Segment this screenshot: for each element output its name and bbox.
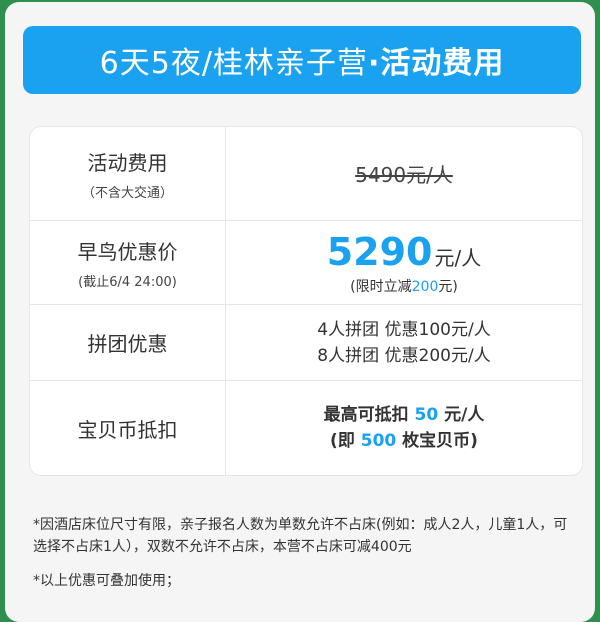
row-sublabel: （不含大交通） bbox=[81, 185, 173, 201]
pricing-card: 6天5夜/桂林亲子营 ·活动费用 活动费用 （不含大交通） 5490元/人 早鸟优… bbox=[5, 2, 595, 622]
title-banner: 6天5夜/桂林亲子营 ·活动费用 bbox=[23, 26, 581, 94]
group-discount-8: 8人拼团 优惠200元/人 bbox=[317, 345, 491, 366]
discount-note: (限时立减200元) bbox=[350, 278, 458, 295]
row-sublabel: (截止6/4 24:00) bbox=[78, 274, 177, 290]
table-row: 早鸟优惠价 (截止6/4 24:00) 5290 元/人 (限时立减200元) bbox=[30, 220, 582, 304]
row-label: 拼团优惠 bbox=[87, 332, 168, 356]
banner-title-highlight: ·活动费用 bbox=[367, 46, 505, 81]
pricing-table: 活动费用 （不含大交通） 5490元/人 早鸟优惠价 (截止6/4 24:00)… bbox=[29, 126, 583, 476]
early-bird-price: 5290 bbox=[326, 229, 433, 274]
stacking-note: *以上优惠可叠加使用； bbox=[33, 573, 180, 589]
original-price: 5490元/人 bbox=[355, 163, 453, 187]
row-label: 活动费用 bbox=[87, 150, 168, 175]
bed-policy-note: *因酒店床位尺寸有限，亲子报名人数为单数允许不占床(例如：成人2人，儿童1人，可… bbox=[33, 517, 568, 555]
footer-notes: *因酒店床位尺寸有限，亲子报名人数为单数允许不占床(例如：成人2人，儿童1人，可… bbox=[33, 514, 581, 592]
coin-deduction-equivalent: (即 500 枚宝贝币) bbox=[330, 431, 478, 451]
table-row: 拼团优惠 4人拼团 优惠100元/人 8人拼团 优惠200元/人 bbox=[30, 304, 582, 380]
group-discount-4: 4人拼团 优惠100元/人 bbox=[317, 319, 491, 340]
table-row: 活动费用 （不含大交通） 5490元/人 bbox=[30, 127, 582, 220]
banner-title: 6天5夜/桂林亲子营 bbox=[99, 46, 368, 81]
row-label: 早鸟优惠价 bbox=[77, 239, 178, 264]
price-unit: 元/人 bbox=[434, 245, 482, 270]
row-label: 宝贝币抵扣 bbox=[77, 417, 178, 442]
coin-deduction-max: 最高可抵扣 50 元/人 bbox=[323, 405, 485, 425]
table-row: 宝贝币抵扣 最高可抵扣 50 元/人 (即 500 枚宝贝币) bbox=[30, 380, 582, 475]
